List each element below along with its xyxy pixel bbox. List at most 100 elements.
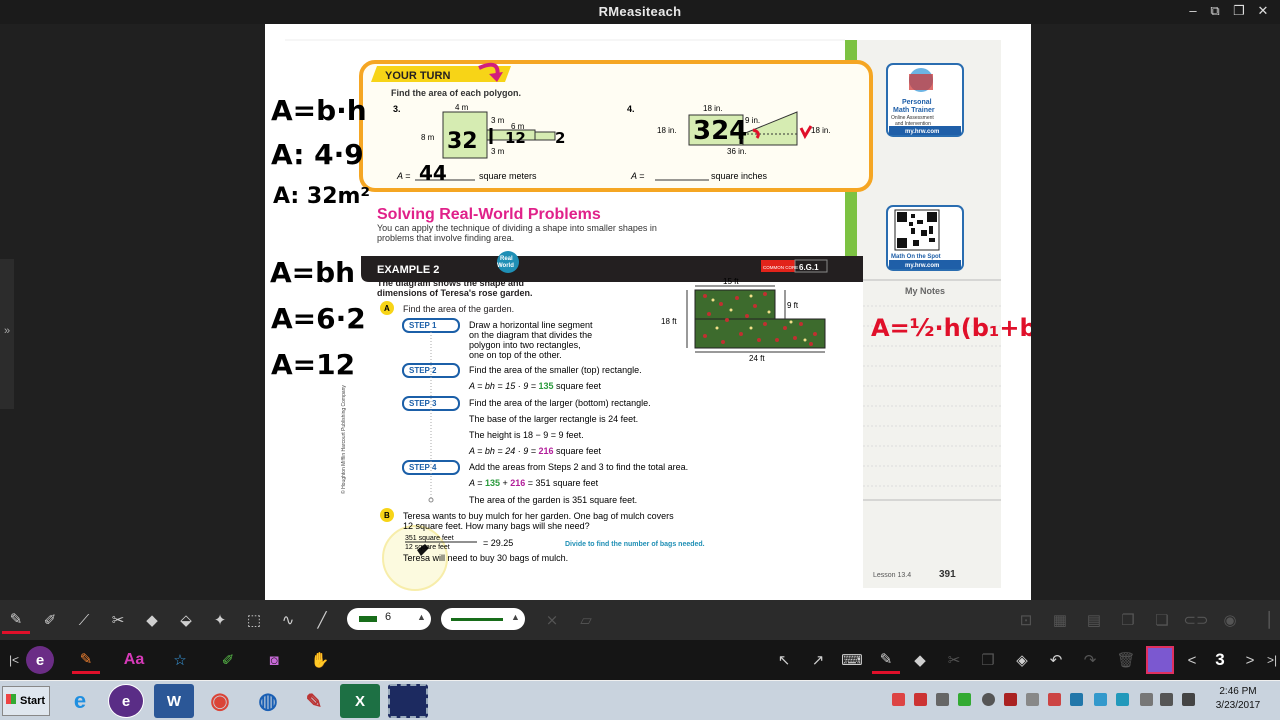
arrange-icon[interactable]: ❏ (1148, 606, 1176, 634)
pen-width-selector[interactable]: 6 ▲ (347, 608, 431, 630)
step-3-calc: A = bh = 24 · 9 = 216 square feet (468, 446, 602, 456)
color-picker-icon[interactable] (1146, 646, 1174, 674)
magic-pen-icon[interactable]: ✂ (104, 606, 132, 634)
mots-line1: Math On the Spot (891, 254, 941, 260)
copy-icon[interactable]: ❐ (974, 646, 1002, 674)
pen-tool-icon[interactable]: ✎ (2, 606, 30, 634)
star-icon[interactable]: ☆ (166, 646, 194, 674)
part-a-text: Find the area of the garden. (403, 304, 514, 314)
minimize-button[interactable]: – (1182, 3, 1204, 21)
collapse-left-icon[interactable]: |< (0, 646, 28, 674)
text-tool-icon[interactable]: Aa (120, 646, 148, 674)
tray-icon-2[interactable] (914, 693, 927, 706)
toolbar-collapse-icon[interactable]: ▕ (1250, 606, 1278, 634)
slide-number[interactable]: 3 (1206, 646, 1234, 674)
highlight-tool-icon[interactable]: ✐ (214, 646, 242, 674)
line-style-selector[interactable]: ▲ (441, 608, 525, 630)
word-icon[interactable]: W (154, 684, 194, 718)
svg-text:A: A (384, 304, 390, 313)
battery-icon[interactable] (1140, 693, 1153, 706)
eraser-icon[interactable]: ◆ (138, 606, 166, 634)
undo-icon[interactable]: ↶ (1042, 646, 1070, 674)
magic-select-icon[interactable]: ↗ (804, 646, 832, 674)
layer-icon[interactable]: ❐ (1114, 606, 1142, 634)
step-1-line-1: Draw a horizontal line segment (469, 320, 593, 330)
camera-icon[interactable]: ◙ (260, 646, 288, 674)
section-title: Solving Real-World Problems (377, 206, 601, 223)
mots-url[interactable]: my.hrw.com (905, 263, 939, 269)
select-arrow-icon[interactable]: ↖ (770, 646, 798, 674)
pmt-url[interactable]: my.hrw.com (905, 129, 939, 135)
link-icon[interactable]: ⊂⊃ (1182, 606, 1210, 634)
clock-date: 3/23/2017 (1215, 700, 1261, 711)
windows-logo-icon (6, 694, 16, 704)
tray-icon-8[interactable] (1048, 693, 1061, 706)
chrome-icon[interactable]: ◉ (200, 684, 240, 718)
internet-explorer-icon[interactable]: e (60, 684, 100, 718)
easiteach-menu-icon[interactable]: e (26, 646, 54, 674)
clear-ink-icon[interactable]: ⨯ (538, 606, 566, 634)
app-title: RMeasiteach (598, 4, 682, 19)
clock-time: 2:46 PM (1219, 686, 1257, 697)
common-core-badge: COMMON CORE (763, 265, 798, 270)
collapse-right-icon[interactable]: >| (1258, 646, 1280, 674)
highlighter-icon[interactable]: ✐ (36, 606, 64, 634)
keyboard-icon[interactable]: ⌨ (838, 646, 866, 674)
network-icon[interactable] (1182, 693, 1195, 706)
example-label: EXAMPLE 2 (377, 264, 439, 276)
tray-icon-7[interactable] (1026, 693, 1039, 706)
whiteboard[interactable]: YOUR TURN Find the area of each polygon.… (265, 24, 1031, 600)
eraser-tool-icon[interactable]: ◆ (906, 646, 934, 674)
pen-width-value: 6 (385, 611, 392, 623)
easiteach-taskbar-icon[interactable]: e (108, 684, 144, 718)
close-button[interactable]: ✕ (1252, 3, 1274, 21)
pen-icon[interactable]: ✎ (872, 646, 900, 674)
tray-icon-6[interactable] (1004, 693, 1017, 706)
line-icon[interactable]: ╱ (308, 606, 336, 634)
eraser-all-icon[interactable]: ◈ (1008, 646, 1036, 674)
redo-icon[interactable]: ↷ (1076, 646, 1104, 674)
ink-p4-big: 324 (693, 116, 748, 146)
windows-taskbar: Start e e W ◉ ◍ ✎ X 2:46 PM 3/23/2017 (0, 680, 1280, 720)
p3-dim-c: 3 m (491, 147, 505, 156)
shape-recognizer-icon[interactable]: ✦ (206, 606, 234, 634)
pen-width-swatch (359, 616, 377, 622)
snipping-tool-icon[interactable] (388, 684, 428, 718)
ruler-icon[interactable]: ▱ (572, 606, 600, 634)
textbook-page: YOUR TURN Find the area of each polygon.… (285, 39, 1001, 591)
clock[interactable]: 2:46 PM 3/23/2017 (1200, 685, 1276, 713)
group-icon[interactable]: ▦ (1046, 606, 1074, 634)
volume-icon[interactable] (1160, 693, 1173, 706)
step-4-line-1: Add the areas from Steps 2 and 3 to find… (469, 462, 688, 472)
lock-icon[interactable]: ⊡ (1012, 606, 1040, 634)
tray-icon-3[interactable] (936, 693, 949, 706)
restore-button[interactable]: ⧉ (1204, 3, 1226, 21)
calligraphy-icon[interactable]: ⬚ (240, 606, 268, 634)
cut-icon[interactable]: ✂ (940, 646, 968, 674)
tray-icon-10[interactable] (1094, 693, 1107, 706)
marker-icon[interactable]: ⟋ (70, 606, 98, 634)
maximize-button[interactable]: ❐ (1228, 3, 1250, 21)
svg-text:B: B (384, 511, 390, 520)
step-1-line-2: on the diagram that divides the (469, 330, 592, 340)
fill-icon[interactable]: ⬙ (172, 606, 200, 634)
step-3-line-1: Find the area of the larger (bottom) rec… (469, 398, 651, 408)
paint-icon[interactable]: ✎ (294, 684, 334, 718)
excel-icon[interactable]: X (340, 684, 380, 718)
ungroup-icon[interactable]: ▤ (1080, 606, 1108, 634)
tray-icon-5[interactable] (982, 693, 995, 706)
tray-icon-11[interactable] (1116, 693, 1129, 706)
pen-mode-icon[interactable]: ✎ (72, 646, 100, 674)
globe-icon[interactable]: ◍ (248, 684, 288, 718)
tools-icon[interactable]: ✋ (306, 646, 334, 674)
your-turn-instruction: Find the area of each polygon. (391, 88, 521, 98)
delete-icon[interactable]: 🗑 (1112, 646, 1140, 674)
tray-icon-4[interactable] (958, 693, 971, 706)
step-3-label: STEP 3 (409, 399, 437, 408)
tray-icon-9[interactable] (1070, 693, 1083, 706)
curve-icon[interactable]: ∿ (274, 606, 302, 634)
tray-icon-1[interactable] (892, 693, 905, 706)
visibility-icon[interactable]: ◉ (1216, 606, 1244, 634)
previous-page-icon[interactable]: < (1178, 646, 1206, 674)
side-panel-toggle[interactable]: » (0, 259, 14, 409)
